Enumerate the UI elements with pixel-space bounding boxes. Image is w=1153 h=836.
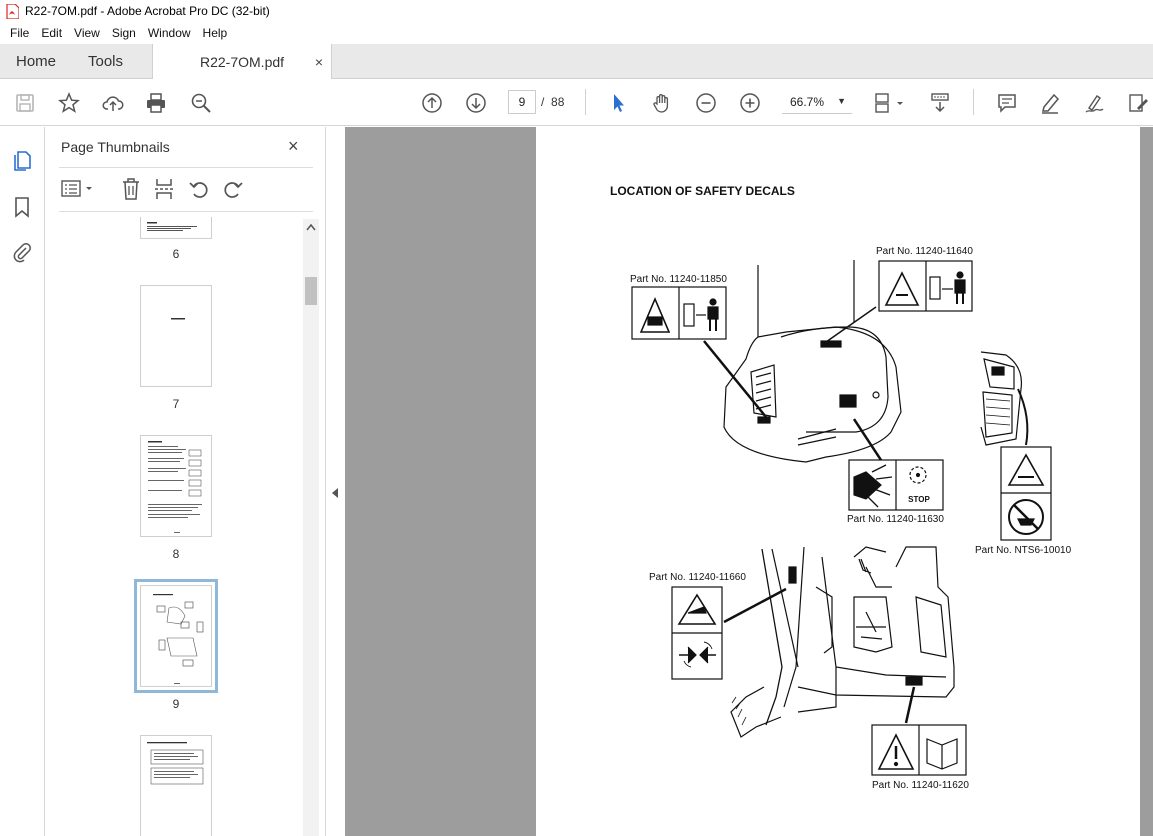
thumbnails-panel: Page Thumbnails × 6 7 8 9	[45, 127, 325, 836]
panel-divider	[59, 211, 313, 212]
star-icon[interactable]	[56, 90, 82, 116]
close-panel-icon[interactable]: ×	[288, 136, 299, 157]
scroll-mode-icon[interactable]	[927, 90, 953, 116]
save-icon[interactable]	[12, 90, 38, 116]
panel-divider	[59, 167, 313, 168]
scrollbar-thumb[interactable]	[305, 277, 317, 305]
menu-edit[interactable]: Edit	[35, 26, 68, 40]
tab-tools[interactable]: Tools	[88, 44, 123, 79]
previous-page-icon[interactable]	[419, 90, 445, 116]
thumbnail-label: 9	[172, 697, 180, 711]
title-bar: R22-7OM.pdf - Adobe Acrobat Pro DC (32-b…	[0, 0, 1153, 22]
page-count: / 88	[541, 95, 565, 109]
rotate-counterclockwise-icon[interactable]	[188, 178, 210, 200]
thumbnail-scrollbar[interactable]	[303, 219, 319, 836]
tab-document[interactable]: R22-7OM.pdf ×	[152, 44, 332, 80]
thumbnail-page[interactable]	[140, 435, 212, 537]
comment-icon[interactable]	[994, 90, 1020, 116]
zoom-level-select[interactable]: 66.7% ▼	[782, 90, 852, 114]
attachment-icon[interactable]	[11, 241, 33, 263]
zoom-out-icon[interactable]	[693, 90, 719, 116]
zoom-level-value: 66.7%	[790, 94, 825, 109]
edit-tools-icon[interactable]	[1125, 90, 1151, 116]
menu-view[interactable]: View	[68, 26, 106, 40]
thumbnail-page-selected[interactable]	[134, 579, 218, 693]
panel-title: Page Thumbnails	[61, 139, 170, 155]
menu-bar: File Edit View Sign Window Help	[0, 22, 1153, 44]
thumbnail-options-icon[interactable]	[61, 179, 97, 199]
next-page-icon[interactable]	[463, 90, 489, 116]
hand-tool-icon[interactable]	[649, 90, 675, 116]
toolbar-divider	[585, 89, 586, 115]
select-cursor-icon[interactable]	[605, 90, 631, 116]
menu-help[interactable]: Help	[197, 26, 234, 40]
tab-bar: Home Tools R22-7OM.pdf ×	[0, 44, 1153, 80]
page-number-input[interactable]: 9	[508, 90, 536, 114]
left-rail	[0, 127, 45, 836]
bookmark-icon[interactable]	[13, 196, 31, 218]
chevron-down-icon: ▼	[837, 96, 846, 106]
upload-cloud-icon[interactable]	[100, 90, 126, 116]
window-title: R22-7OM.pdf - Adobe Acrobat Pro DC (32-b…	[25, 4, 270, 18]
thumbnail-label: 8	[172, 547, 180, 561]
safety-decals-illustration: STOP	[631, 260, 1052, 776]
tab-document-label: R22-7OM.pdf	[200, 54, 285, 70]
menu-window[interactable]: Window	[142, 26, 197, 40]
scroll-up-icon[interactable]	[306, 223, 316, 231]
thumbnail-page[interactable]	[140, 735, 212, 836]
tab-home[interactable]: Home	[16, 44, 56, 79]
menu-file[interactable]: File	[4, 26, 35, 40]
print-icon[interactable]	[143, 90, 169, 116]
pdf-file-icon	[6, 3, 19, 19]
collapse-panel-icon[interactable]	[331, 488, 339, 498]
thumbnail-label: 7	[172, 397, 180, 411]
zoom-in-icon[interactable]	[737, 90, 763, 116]
panel-splitter[interactable]	[325, 127, 345, 836]
stop-text: STOP	[908, 495, 930, 504]
toolbar	[0, 79, 1153, 126]
search-zoom-icon[interactable]	[188, 90, 214, 116]
page-thumbnails-icon[interactable]	[11, 149, 33, 171]
thumbnail-page[interactable]	[140, 285, 212, 387]
pdf-page: LOCATION OF SAFETY DECALS Part No. 11240…	[536, 127, 1140, 836]
thumbnail-list: 6 7 8 9	[45, 217, 305, 836]
toolbar-divider	[973, 89, 974, 115]
sign-pen-icon[interactable]	[1081, 90, 1107, 116]
delete-page-icon[interactable]	[120, 177, 142, 201]
extract-page-icon[interactable]	[153, 177, 175, 201]
page-display-icon[interactable]	[872, 90, 908, 116]
thumbnail-page[interactable]	[140, 217, 212, 239]
rotate-clockwise-icon[interactable]	[222, 178, 244, 200]
menu-sign[interactable]: Sign	[106, 26, 142, 40]
highlight-pen-icon[interactable]	[1037, 90, 1063, 116]
thumbnail-label: 6	[172, 247, 180, 261]
close-tab-icon[interactable]: ×	[315, 54, 323, 70]
